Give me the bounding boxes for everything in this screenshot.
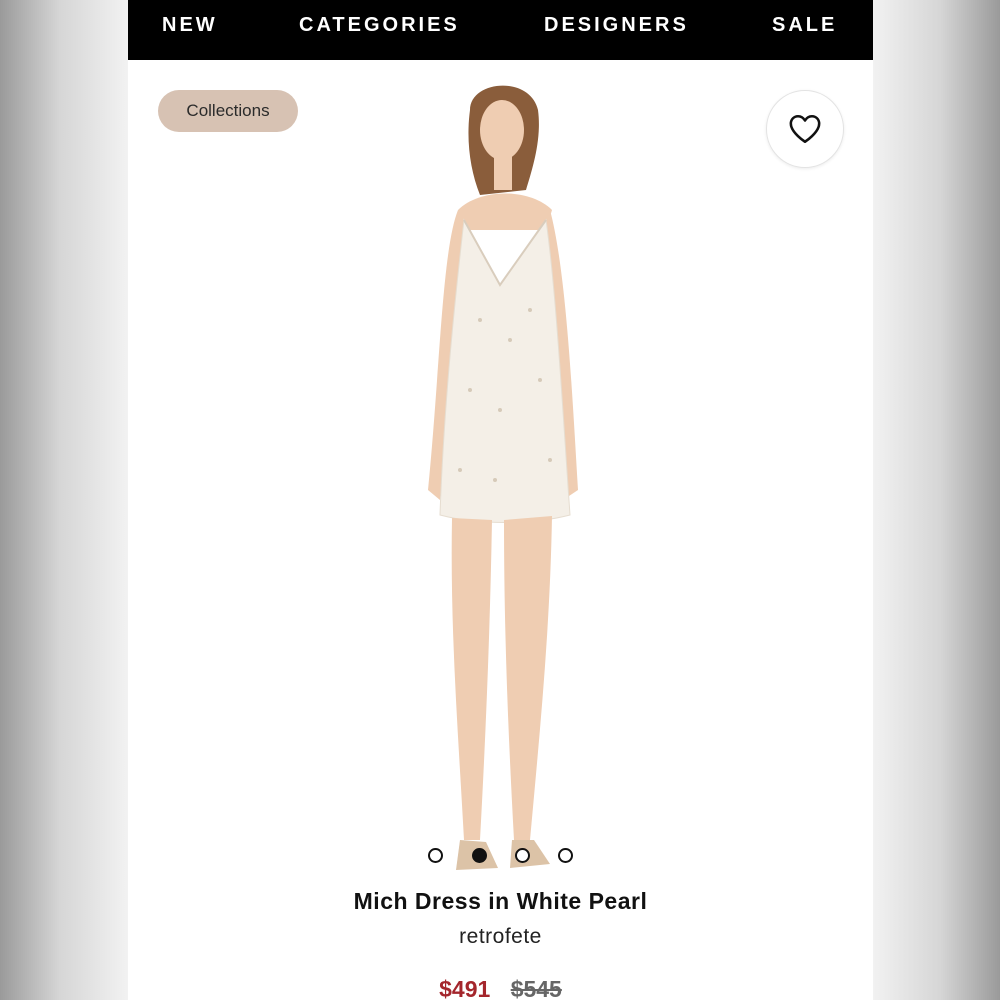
carousel-dot[interactable]: [515, 848, 530, 863]
carousel-dot-active[interactable]: [472, 848, 487, 863]
nav-item-designers[interactable]: DESIGNERS: [544, 14, 689, 37]
product-title: Mich Dress in White Pearl: [353, 888, 648, 914]
sale-price: $491: [439, 976, 491, 1000]
price-row: $491 $545: [128, 976, 873, 1000]
nav-item-categories[interactable]: CATEGORIES: [299, 14, 460, 37]
carousel-dots: [128, 848, 873, 864]
original-price: $545: [510, 976, 562, 1000]
carousel-dot[interactable]: [558, 848, 573, 863]
carousel-dot[interactable]: [428, 848, 443, 863]
collections-chip[interactable]: Collections: [158, 90, 298, 132]
favorite-button[interactable]: [766, 90, 844, 168]
nav-item-new[interactable]: NEW: [162, 14, 218, 37]
nav-item-sale[interactable]: SALE: [772, 14, 837, 37]
product-page: NEW CATEGORIES DESIGNERS SALE Collection…: [128, 0, 873, 1000]
product-brand[interactable]: retrofete: [128, 925, 873, 949]
heart-icon: [789, 114, 821, 144]
product-image: [428, 85, 578, 870]
product-image-carousel[interactable]: [128, 60, 873, 870]
top-nav: NEW CATEGORIES DESIGNERS SALE: [128, 0, 873, 60]
